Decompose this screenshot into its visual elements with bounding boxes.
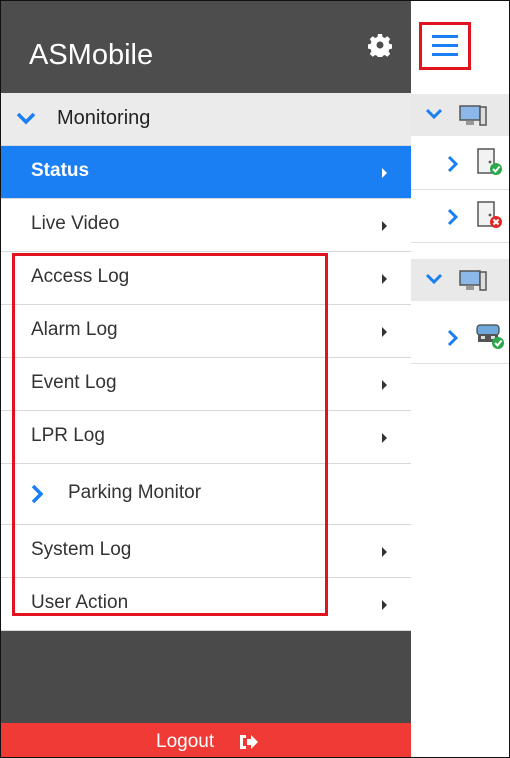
logout-label: Logout xyxy=(156,731,215,752)
sidebar: ASMobile Monitoring Status Live Video Ac… xyxy=(1,1,411,757)
section-label: Monitoring xyxy=(57,107,151,129)
caret-right-icon xyxy=(382,433,387,443)
caret-right-icon xyxy=(382,221,387,231)
device-group-row[interactable] xyxy=(411,259,509,301)
sidebar-item-label: Status xyxy=(31,160,90,181)
door-error-icon xyxy=(477,201,502,228)
sidebar-item-label: Parking Monitor xyxy=(68,482,202,503)
device-row[interactable] xyxy=(411,190,509,243)
app-title: ASMobile xyxy=(29,39,154,71)
app-frame: ASMobile Monitoring Status Live Video Ac… xyxy=(0,0,510,758)
logout-icon xyxy=(240,735,258,749)
sidebar-item-live-video[interactable]: Live Video xyxy=(1,199,411,252)
caret-right-icon xyxy=(382,547,387,557)
computer-icon xyxy=(459,270,487,291)
sidebar-item-label: Event Log xyxy=(31,372,117,393)
chevron-right-icon xyxy=(447,155,459,173)
chevron-right-icon xyxy=(31,484,44,504)
device-group-row[interactable] xyxy=(411,94,509,136)
chevron-right-icon xyxy=(447,208,459,226)
sidebar-item-lpr-log[interactable]: LPR Log xyxy=(1,411,411,464)
sidebar-item-label: Alarm Log xyxy=(31,319,118,340)
chevron-right-icon xyxy=(447,329,459,347)
chevron-down-icon xyxy=(425,108,443,120)
caret-right-icon xyxy=(382,380,387,390)
sidebar-item-label: LPR Log xyxy=(31,425,105,446)
sidebar-menu: Monitoring Status Live Video Access Log … xyxy=(1,93,411,631)
sidebar-item-status[interactable]: Status xyxy=(1,146,411,199)
device-row[interactable] xyxy=(411,137,509,190)
computer-icon xyxy=(459,105,487,126)
sidebar-item-system-log[interactable]: System Log xyxy=(1,525,411,578)
chevron-down-icon xyxy=(16,112,36,125)
sidebar-item-parking-monitor[interactable]: Parking Monitor xyxy=(1,464,411,525)
sidebar-item-access-log[interactable]: Access Log xyxy=(1,252,411,305)
device-row[interactable] xyxy=(411,311,509,364)
sidebar-item-label: System Log xyxy=(31,539,132,560)
chevron-down-icon xyxy=(425,273,443,285)
hamburger-menu-icon[interactable] xyxy=(419,22,471,70)
logout-button[interactable]: Logout xyxy=(1,723,411,757)
door-ok-icon xyxy=(477,148,502,175)
sidebar-item-user-action[interactable]: User Action xyxy=(1,578,411,631)
sidebar-header: ASMobile xyxy=(1,1,411,93)
main-panel xyxy=(411,1,509,757)
section-monitoring[interactable]: Monitoring xyxy=(1,93,411,146)
gear-icon[interactable] xyxy=(368,33,392,57)
sidebar-item-label: Access Log xyxy=(31,266,130,287)
parking-device-ok-icon xyxy=(476,324,504,349)
caret-right-icon xyxy=(382,168,387,178)
caret-right-icon xyxy=(382,274,387,284)
caret-right-icon xyxy=(382,600,387,610)
sidebar-item-label: User Action xyxy=(31,592,129,613)
caret-right-icon xyxy=(382,327,387,337)
sidebar-item-event-log[interactable]: Event Log xyxy=(1,358,411,411)
sidebar-item-alarm-log[interactable]: Alarm Log xyxy=(1,305,411,358)
sidebar-item-label: Live Video xyxy=(31,213,120,234)
